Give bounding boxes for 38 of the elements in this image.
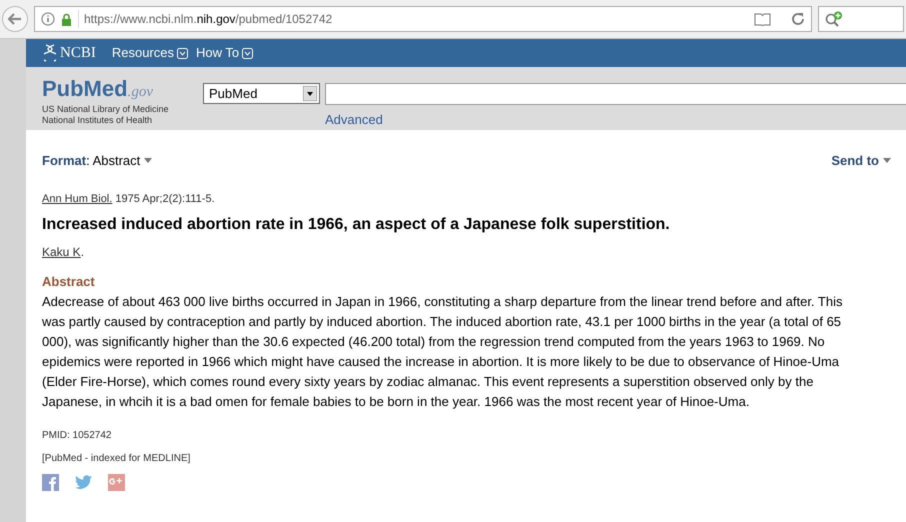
facebook-icon[interactable] bbox=[42, 474, 59, 490]
pubmed-logo[interactable]: PubMed.gov bbox=[42, 77, 202, 104]
database-select[interactable]: PubMed bbox=[203, 83, 320, 104]
author-punctuation: . bbox=[80, 244, 84, 261]
back-button[interactable] bbox=[2, 6, 28, 32]
journal-link[interactable]: Ann Hum Biol. bbox=[42, 190, 112, 207]
caret-icon bbox=[883, 158, 891, 164]
search-input[interactable] bbox=[325, 83, 906, 105]
article-title: Increased induced abortion rate in 1966, an aspect of a Japanese folk superstition. bbox=[42, 215, 671, 235]
info-icon bbox=[41, 12, 55, 26]
send-to-dropdown[interactable]: Send to bbox=[831, 151, 891, 170]
caret-icon bbox=[144, 158, 152, 164]
nav-menu[interactable]: Resources bbox=[112, 43, 188, 63]
organization-text: National Institutes of Health bbox=[42, 115, 154, 126]
author-link[interactable]: Kaku K bbox=[42, 243, 81, 261]
nav-menu[interactable]: How To bbox=[196, 43, 254, 63]
ncbi-logo[interactable]: NCBI bbox=[60, 42, 96, 64]
dropdown-icon bbox=[176, 48, 188, 58]
organization-text: US National Library of Medicine bbox=[42, 104, 170, 115]
search-field[interactable] bbox=[818, 6, 904, 32]
reader-view-icon[interactable] bbox=[754, 12, 771, 26]
search-icon bbox=[825, 11, 843, 27]
abstract-heading: Abstract bbox=[42, 273, 96, 291]
dropdown-icon bbox=[242, 48, 254, 58]
back-arrow-icon bbox=[8, 13, 22, 25]
abstract-text: Adecrease of about 463 000 live births occurred in Japan in 1966, constituting a sharp departure from the linear trend before and after. This was partly caused by contraception and partly by induced abortion. The induced abortion rate, 43.1 per 1000 births in the year (a total of 65 000), was significantly higher than the 30.6 expected (46.200 total) from the regression trend computed from the years 1963 to 1969. No epidemics were reported in 1966 which might have caused the increase in abortion. It is more likely to be due to observance of Hinoe-Uma (Elder Fire-Horse), which comes round every sixty years by zodiac almanac. This event represents a superstition observed only by the Japanese, in whcih it is a bad omen for female babies to be born in the year. 1966 was the most recent year of Hinoe-Uma. bbox=[42, 292, 844, 411]
advanced-link[interactable]: Advanced bbox=[325, 110, 906, 130]
pmid-text: PMID: 1052742 bbox=[42, 428, 112, 442]
url-text: https://www.ncbi.nlm.nih.gov/pubmed/1052742 bbox=[78, 10, 332, 28]
google-plus-icon[interactable] bbox=[108, 474, 125, 490]
reload-icon[interactable] bbox=[791, 12, 805, 26]
indexing-status: [PubMed - indexed for MEDLINE] bbox=[42, 452, 192, 466]
padlock-icon bbox=[61, 12, 72, 26]
dropdown-arrow-icon bbox=[303, 86, 317, 101]
citation-text: 1975 Apr;2(2):111-5. bbox=[114, 192, 215, 206]
address-bar[interactable]: https://www.ncbi.nlm.nih.gov/pubmed/1052742 bbox=[34, 6, 812, 32]
bird-icon[interactable] bbox=[75, 475, 92, 489]
format-dropdown[interactable]: Format: Abstract bbox=[42, 151, 152, 170]
